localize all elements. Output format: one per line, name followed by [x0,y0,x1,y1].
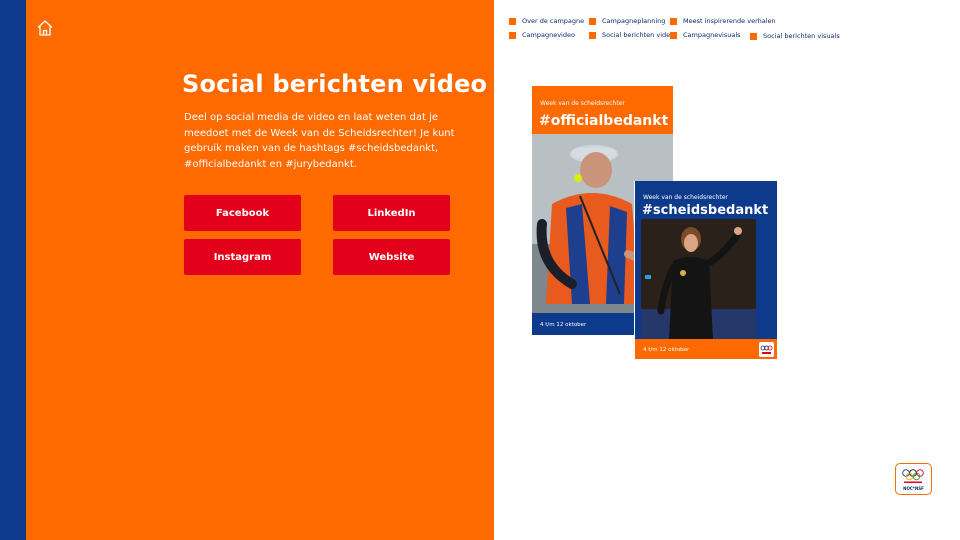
campaign-visual-scheidsbedankt: Week van de scheidsrechter #scheidsbedan… [635,181,777,359]
noc-nsf-logo[interactable]: NOC*NSF [895,463,932,495]
bullet-square [670,17,677,25]
nav-item-social-berichten-visuals[interactable]: Social berichten visuals [750,32,840,40]
visual-date: 4 t/m 12 oktober [643,347,690,353]
nav-item-over-de-campagne[interactable]: Over de campagne [509,17,584,25]
visual-hashtag: #officialbedankt [539,113,669,129]
nav-item-social-berichten-video[interactable]: Social berichten video [589,31,674,39]
referee-figure-illustration [641,219,756,339]
visual-subtitle: Week van de scheidsrechter [643,194,728,201]
visual-hashtag: #scheidsbedankt [642,203,769,218]
page-description: Deel op social media de video en laat we… [184,112,455,170]
referee-photo [641,219,756,339]
bullet-square [589,17,596,25]
website-button[interactable]: Website [333,239,450,275]
nav-item-campagnevisuals[interactable]: Campagnevisuals [670,31,741,39]
bullet-square [509,31,516,39]
nav-item-label: Campagnevisuals [683,31,741,39]
bullet-square [589,31,596,39]
noc-nsf-mini-logo [759,342,774,357]
nav-item-label: Over de campagne [522,17,585,25]
home-icon[interactable] [36,19,54,37]
olympic-rings-icon [902,469,924,483]
page-title: Social berichten video [182,70,488,98]
nav-item-campagneplanning[interactable]: Campagneplanning [589,17,665,25]
linkedin-button[interactable]: LinkedIn [333,195,450,231]
bullet-square [670,31,677,39]
logo-text: NOC*NSF [903,486,924,491]
left-blue-strip [0,0,26,540]
nav-item-label: Campagneplanning [602,17,666,25]
visual-date: 4 t/m 12 oktober [540,322,587,328]
nav-item-label: Social berichten video [602,31,675,39]
bullet-square [509,17,516,25]
nav-item-label: Social berichten visuals [763,32,840,40]
visual-subtitle: Week van de scheidsrechter [540,100,625,107]
content-panel: Social berichten video Deel op social me… [26,0,494,540]
facebook-button[interactable]: Facebook [184,195,301,231]
instagram-button[interactable]: Instagram [184,239,301,275]
nav-item-label: Campagnevideo [522,31,575,39]
nav-item-meest-inspirerende-verhalen[interactable]: Meest inspirerende verhalen [670,17,776,25]
bullet-square [750,32,757,40]
nav-item-label: Meest inspirerende verhalen [683,17,776,25]
nav-item-campagnevideo[interactable]: Campagnevideo [509,31,575,39]
